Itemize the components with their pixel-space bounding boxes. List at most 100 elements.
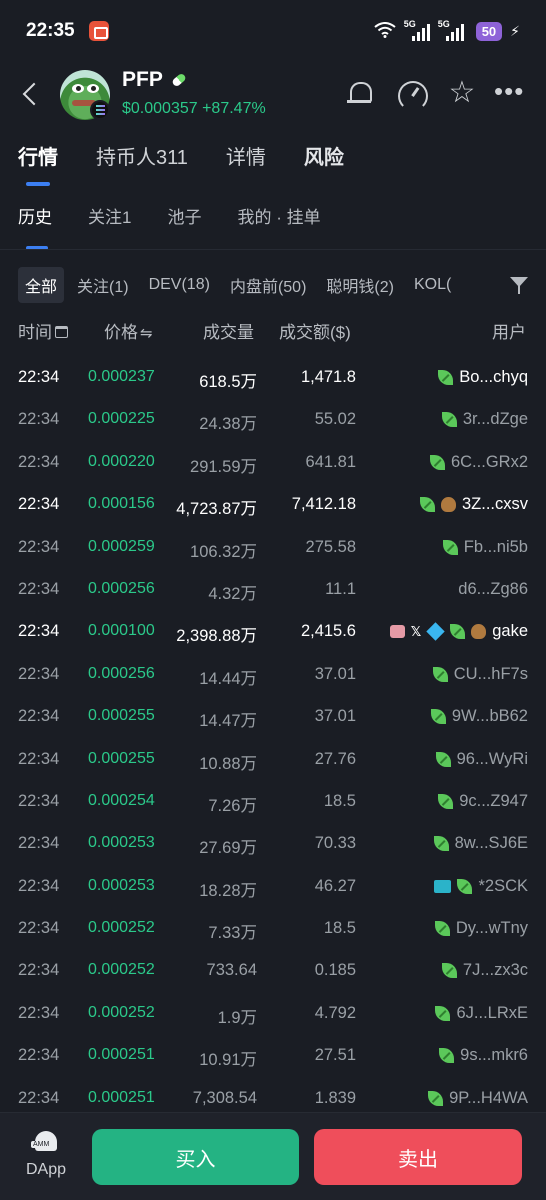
subtab-pools[interactable]: 池子 [167, 198, 201, 248]
star-icon[interactable]: ☆ [446, 78, 478, 110]
more-icon[interactable]: ••• [494, 78, 526, 110]
col-price[interactable]: 价格 ⇋ [104, 318, 153, 343]
trade-amount: 1,471.8 [300, 368, 356, 386]
trade-row[interactable]: 22:34 0.000220 291.59万 641.81 6C...GRx2 [0, 441, 546, 483]
filter-chips: 全部 关注(1) DEV(18) 内盘前(50) 聪明钱(2) KOL( [0, 266, 546, 304]
trade-user[interactable]: 9c...Z947 [438, 792, 528, 811]
trade-user[interactable]: 7J...zx3c [441, 961, 528, 980]
trade-user-name: 9W...bB62 [451, 707, 528, 726]
sell-button[interactable]: 卖出 [314, 1129, 522, 1185]
trade-volume: 10.88万 [199, 754, 257, 773]
trade-user-name: Fb...ni5b [463, 537, 528, 556]
tab-risk[interactable]: 风险 [304, 140, 344, 180]
leaf-icon [438, 370, 454, 385]
col-time[interactable]: 时间 [18, 318, 68, 343]
trade-user-name: d6...Zg86 [458, 579, 528, 598]
trades-table-header: 时间 价格 ⇋ 成交量 成交额($) 用户 [0, 314, 546, 346]
subtab-history[interactable]: 历史 [18, 198, 52, 250]
signal-icon: 5G [404, 19, 430, 41]
trade-row[interactable]: 22:34 0.000225 24.38万 55.02 3r...dZge [0, 398, 546, 440]
trade-user[interactable]: Bo...chyq [438, 368, 528, 387]
trade-user[interactable]: Dy...wTny [434, 919, 528, 938]
trade-user[interactable]: 𝕏gake [389, 622, 528, 642]
filter-smart-money[interactable]: 聪明钱(2) [319, 267, 401, 303]
trade-row[interactable]: 22:34 0.000251 10.91万 27.51 9s...mkr6 [0, 1034, 546, 1076]
tab-holders[interactable]: 持币人311 [96, 140, 188, 180]
trade-row[interactable]: 22:34 0.000255 10.88万 27.76 96...WyRi [0, 738, 546, 780]
tab-market[interactable]: 行情 [18, 140, 58, 186]
trade-amount: 18.5 [323, 791, 356, 810]
trade-user[interactable]: 96...WyRi [435, 750, 528, 769]
dapp-button[interactable]: AMM DApp [18, 1131, 74, 1187]
trade-user-name: 8w...SJ6E [454, 834, 528, 853]
trade-time: 22:34 [18, 1003, 60, 1022]
trade-user[interactable]: d6...Zg86 [458, 580, 528, 599]
trade-user[interactable]: CU...hF7s [432, 665, 528, 684]
col-amount: 成交额($) [279, 323, 351, 342]
trade-row[interactable]: 22:34 0.000156 4,723.87万 7,412.18 3Z...cxsv [0, 483, 546, 525]
trade-amount: 37.01 [314, 664, 356, 683]
trade-row[interactable]: 22:34 0.000259 106.32万 275.58 Fb...ni5b [0, 526, 546, 568]
trade-row[interactable]: 22:34 0.000256 14.44万 37.01 CU...hF7s [0, 653, 546, 695]
subtab-my-orders[interactable]: 我的 · 挂单 [237, 198, 320, 248]
trade-price: 0.000259 [88, 537, 155, 555]
trade-row[interactable]: 22:34 0.000255 14.47万 37.01 9W...bB62 [0, 695, 546, 737]
sub-tabs: 历史 关注1 池子 我的 · 挂单 [0, 198, 546, 250]
trade-user[interactable]: *2SCK [434, 877, 528, 896]
trade-amount: 641.81 [305, 452, 356, 471]
trade-volume: 618.5万 [199, 373, 257, 391]
trade-row[interactable]: 22:34 0.000256 4.32万 11.1 d6...Zg86 [0, 568, 546, 610]
filter-dev[interactable]: DEV(18) [142, 270, 217, 300]
leaf-icon [435, 751, 451, 767]
filter-funnel-icon[interactable] [510, 277, 528, 295]
trade-row[interactable]: 22:34 0.000254 7.26万 18.5 9c...Z947 [0, 780, 546, 822]
trade-user-name: 6J...LRxE [456, 1003, 528, 1022]
trade-price: 0.000256 [88, 579, 155, 597]
trade-row[interactable]: 22:34 0.000251 7,308.54 1.839 9P...H4WA [0, 1077, 546, 1112]
trade-user-name: gake [492, 622, 528, 641]
filter-pre-launch[interactable]: 内盘前(50) [223, 267, 313, 303]
trade-price: 0.000252 [88, 961, 155, 979]
trade-user[interactable]: 6J...LRxE [435, 1004, 528, 1023]
trade-time: 22:34 [18, 961, 60, 980]
buy-button[interactable]: 买入 [92, 1129, 299, 1185]
trade-user[interactable]: 9W...bB62 [430, 707, 528, 726]
trade-volume: 10.91万 [199, 1051, 257, 1070]
filter-kol[interactable]: KOL( [407, 270, 458, 300]
trade-row[interactable]: 22:34 0.000252 733.64 0.185 7J...zx3c [0, 949, 546, 991]
filter-following[interactable]: 关注(1) [70, 267, 136, 303]
back-icon[interactable] [18, 80, 46, 110]
bell-icon[interactable] [344, 78, 376, 110]
trade-row[interactable]: 22:34 0.000100 2,398.88万 2,415.6 𝕏gake [0, 610, 546, 652]
trade-price: 0.000252 [88, 919, 155, 937]
trade-row[interactable]: 22:34 0.000253 27.69万 70.33 8w...SJ6E [0, 822, 546, 864]
trade-user[interactable]: 3Z...cxsv [419, 495, 528, 514]
trade-user[interactable]: 9P...H4WA [428, 1089, 528, 1108]
tab-details[interactable]: 详情 [226, 140, 266, 180]
trade-user[interactable]: Fb...ni5b [442, 537, 528, 557]
trade-user[interactable]: 6C...GRx2 [429, 453, 528, 472]
filter-all[interactable]: 全部 [18, 267, 65, 303]
trade-price: 0.000256 [88, 664, 155, 682]
trade-user-name: 9P...H4WA [449, 1088, 528, 1107]
trade-amount: 18.5 [323, 919, 356, 938]
trade-row[interactable]: 22:34 0.000237 618.5万 1,471.8 Bo...chyq [0, 356, 546, 398]
trade-row[interactable]: 22:34 0.000253 18.28万 46.27 *2SCK [0, 865, 546, 907]
subtab-following[interactable]: 关注1 [88, 198, 131, 248]
trade-time: 22:34 [18, 919, 60, 938]
trade-user[interactable]: 3r...dZge [441, 410, 528, 429]
trade-volume: 4,723.87万 [176, 500, 257, 519]
solana-chain-icon [90, 100, 110, 120]
trade-user[interactable]: 8w...SJ6E [433, 834, 528, 853]
trade-time: 22:34 [18, 791, 60, 810]
trade-row[interactable]: 22:34 0.000252 1.9万 4.792 6J...LRxE [0, 992, 546, 1034]
wifi-icon [374, 21, 396, 41]
leaf-icon [434, 921, 450, 937]
trade-price: 0.000220 [88, 452, 155, 470]
gauge-icon[interactable] [396, 78, 428, 111]
leaf-icon [419, 497, 435, 513]
trade-user[interactable]: 9s...mkr6 [439, 1046, 528, 1065]
trade-volume: 733.64 [206, 961, 257, 980]
trade-price: 0.000254 [88, 791, 155, 809]
trade-row[interactable]: 22:34 0.000252 7.33万 18.5 Dy...wTny [0, 907, 546, 949]
